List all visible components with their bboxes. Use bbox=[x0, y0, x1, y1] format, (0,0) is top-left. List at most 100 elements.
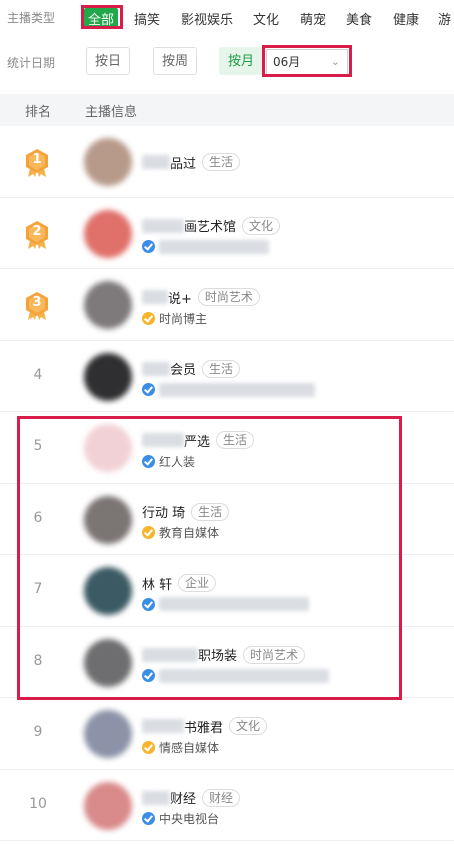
rank-medal: 3 bbox=[22, 291, 52, 320]
avatar[interactable] bbox=[84, 638, 132, 687]
avatar[interactable] bbox=[84, 567, 132, 615]
redacted-name bbox=[142, 790, 170, 805]
anchor-tag: 生活 bbox=[191, 502, 230, 521]
list-item[interactable]: 6 行动 琦 生活 教育自媒体 bbox=[0, 484, 454, 555]
anchor-tag: 文化 bbox=[242, 216, 281, 235]
category-filter-bar: 主播类型 全部 搞笑 影视娱乐 文化 萌宠 美食 健康 游 bbox=[0, 0, 454, 34]
category-filter-label: 主播类型 bbox=[7, 11, 56, 25]
anchor-name-line: 画艺术馆 文化 bbox=[142, 216, 281, 236]
avatar[interactable] bbox=[84, 710, 132, 758]
anchor-description: 教育自媒体 bbox=[159, 526, 220, 540]
list-item[interactable]: 3 说+ 时尚艺术 时尚博主 bbox=[0, 269, 454, 341]
anchor-name-line: 职场装 时尚艺术 bbox=[142, 645, 306, 665]
rank-number: 5 bbox=[33, 438, 43, 454]
highlight-month-select bbox=[262, 45, 352, 77]
verified-gold-icon bbox=[142, 311, 155, 325]
list-item[interactable]: 10 财经 财经 中央电视台 bbox=[0, 770, 454, 841]
verified-blue-icon bbox=[142, 597, 155, 611]
rank-number: 8 bbox=[33, 652, 43, 669]
anchor-sub-line: 红人装 bbox=[142, 452, 195, 470]
anchor-description: 情感自媒体 bbox=[159, 740, 220, 755]
header-anchor-info: 主播信息 bbox=[85, 105, 138, 120]
redacted-name bbox=[142, 361, 170, 376]
avatar[interactable] bbox=[84, 138, 132, 186]
verified-blue-icon bbox=[142, 812, 155, 825]
anchor-sub-line bbox=[142, 381, 315, 399]
anchor-sub-line bbox=[142, 595, 309, 613]
anchor-name[interactable]: 行动 琦 bbox=[142, 502, 185, 521]
list-item[interactable]: 1 品过 生活 bbox=[0, 126, 454, 198]
list-item[interactable]: 2 画艺术馆 文化 bbox=[0, 198, 454, 269]
anchor-tag: 生活 bbox=[202, 153, 241, 171]
by-week-button[interactable]: 按周 bbox=[153, 47, 197, 75]
anchor-name[interactable]: 书雅君 bbox=[184, 717, 223, 736]
anchor-sub-line: 教育自媒体 bbox=[142, 524, 219, 542]
anchor-tag: 时尚艺术 bbox=[197, 288, 260, 306]
verified-gold-icon bbox=[142, 526, 155, 539]
list-item[interactable]: 7 林 轩 企业 bbox=[0, 555, 454, 627]
category-food[interactable]: 美食 bbox=[346, 9, 372, 28]
list-item[interactable]: 8 职场装 时尚艺术 bbox=[0, 627, 454, 698]
redacted-description bbox=[159, 382, 315, 397]
anchor-name[interactable]: 财经 bbox=[170, 788, 196, 807]
table-header: 排名 主播信息 bbox=[0, 94, 454, 126]
rank-medal: 1 bbox=[22, 148, 52, 177]
category-film-entertainment[interactable]: 影视娱乐 bbox=[181, 9, 233, 28]
anchor-name[interactable]: 职场装 bbox=[198, 645, 237, 664]
date-filter-bar: 统计日期 按日 按周 按月 06月 ⌄ bbox=[0, 44, 454, 80]
header-rank: 排名 bbox=[25, 105, 52, 120]
anchor-name[interactable]: 说+ bbox=[168, 288, 192, 307]
anchor-description: 中央电视台 bbox=[159, 812, 220, 826]
category-travel-truncated[interactable]: 游 bbox=[438, 9, 451, 28]
anchor-name[interactable]: 画艺术馆 bbox=[184, 216, 236, 235]
anchor-name-line: 说+ 时尚艺术 bbox=[142, 287, 260, 307]
avatar[interactable] bbox=[84, 781, 132, 830]
by-day-button[interactable]: 按日 bbox=[86, 47, 130, 75]
category-health[interactable]: 健康 bbox=[393, 9, 419, 28]
list-item[interactable]: 4 会员 生活 bbox=[0, 341, 454, 412]
redacted-name bbox=[142, 155, 170, 169]
avatar[interactable] bbox=[84, 281, 132, 329]
anchor-name-line: 书雅君 文化 bbox=[142, 716, 268, 736]
rank-medal: 2 bbox=[22, 220, 52, 249]
avatar[interactable] bbox=[84, 424, 132, 472]
anchor-name-line: 严选 生活 bbox=[142, 430, 255, 450]
anchor-name[interactable]: 品过 bbox=[170, 153, 196, 172]
anchor-sub-line: 时尚博主 bbox=[142, 309, 207, 327]
list-item[interactable]: 5 严选 生活 红人装 bbox=[0, 412, 454, 484]
redacted-description bbox=[159, 239, 269, 254]
rank-number: 2 bbox=[32, 223, 42, 239]
avatar[interactable] bbox=[84, 352, 132, 401]
verified-blue-icon bbox=[142, 454, 155, 468]
avatar[interactable] bbox=[84, 495, 132, 544]
redacted-description bbox=[159, 668, 329, 683]
redacted-name bbox=[142, 647, 198, 662]
list-item[interactable]: 9 书雅君 文化 情感自媒体 bbox=[0, 698, 454, 770]
redacted-name bbox=[142, 719, 184, 733]
redacted-name bbox=[142, 433, 184, 447]
anchor-description: 时尚博主 bbox=[159, 311, 208, 326]
anchor-tag: 财经 bbox=[202, 788, 241, 807]
avatar[interactable] bbox=[84, 209, 132, 258]
category-pets[interactable]: 萌宠 bbox=[300, 9, 326, 28]
redacted-name bbox=[142, 218, 184, 233]
verified-gold-icon bbox=[142, 740, 155, 754]
highlight-all-category bbox=[81, 5, 123, 29]
anchor-name-line: 林 轩 企业 bbox=[142, 573, 217, 593]
anchor-tag: 企业 bbox=[178, 574, 217, 592]
anchor-name-line: 行动 琦 生活 bbox=[142, 502, 230, 522]
by-month-button[interactable]: 按月 bbox=[219, 47, 263, 75]
category-comedy[interactable]: 搞笑 bbox=[134, 9, 160, 28]
anchor-name[interactable]: 严选 bbox=[184, 431, 210, 450]
rank-number: 10 bbox=[29, 795, 47, 812]
anchor-tag: 文化 bbox=[229, 717, 268, 735]
anchor-name-line: 会员 生活 bbox=[142, 359, 241, 379]
anchor-sub-line: 情感自媒体 bbox=[142, 738, 219, 756]
rank-number: 1 bbox=[32, 152, 42, 167]
anchor-name[interactable]: 会员 bbox=[170, 359, 196, 378]
anchor-name[interactable]: 林 轩 bbox=[142, 574, 172, 593]
anchor-tag: 生活 bbox=[216, 431, 255, 449]
anchor-sub-line bbox=[142, 238, 269, 256]
anchor-description: 红人装 bbox=[159, 454, 196, 469]
category-culture[interactable]: 文化 bbox=[253, 9, 279, 28]
